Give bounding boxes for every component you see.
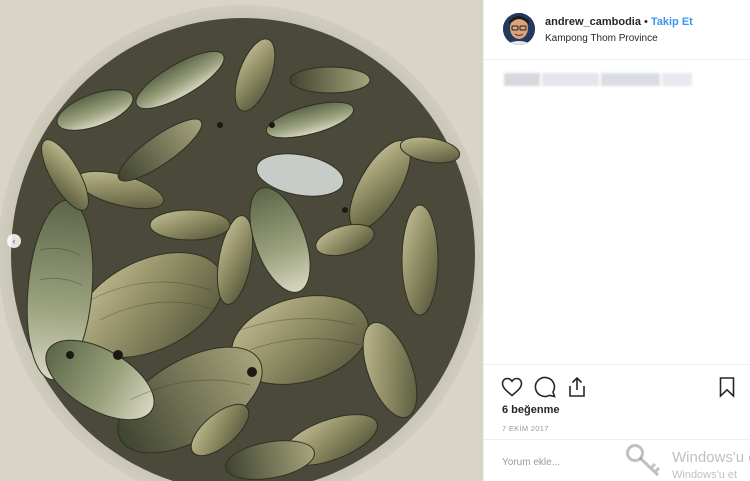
share-icon[interactable] — [565, 375, 589, 399]
comment-bar — [484, 439, 750, 481]
blurred-block — [600, 73, 661, 86]
follow-button[interactable]: Takip Et — [651, 16, 693, 28]
avatar-image — [503, 13, 535, 45]
user-line: andrew_cambodia • Takip Et — [545, 16, 693, 28]
blurred-block — [504, 73, 540, 86]
likes-count[interactable]: 6 beğenme — [502, 404, 559, 416]
bookmark-icon[interactable] — [715, 375, 739, 399]
blurred-caption — [504, 73, 692, 86]
blurred-block — [541, 73, 599, 86]
separator-dot: • — [643, 16, 648, 28]
fish-bucket-image — [0, 0, 483, 481]
post-photo[interactable]: ‹ — [0, 0, 483, 481]
avatar[interactable] — [503, 13, 535, 45]
comment-input[interactable] — [502, 454, 702, 470]
carousel-prev-indicator[interactable]: ‹ — [7, 234, 21, 248]
post-date: 7 EKİM 2017 — [502, 424, 549, 433]
blurred-block — [662, 73, 692, 86]
heart-icon[interactable] — [500, 375, 524, 399]
location-link[interactable]: Kampong Thom Province — [545, 33, 658, 44]
action-bar — [484, 364, 750, 398]
post-side-panel: andrew_cambodia • Takip Et Kampong Thom Pr… — [483, 0, 750, 481]
post-header: andrew_cambodia • Takip Et Kampong Thom Pr… — [484, 0, 750, 60]
username-link[interactable]: andrew_cambodia — [545, 16, 641, 28]
comment-bubble-icon[interactable] — [533, 375, 557, 399]
